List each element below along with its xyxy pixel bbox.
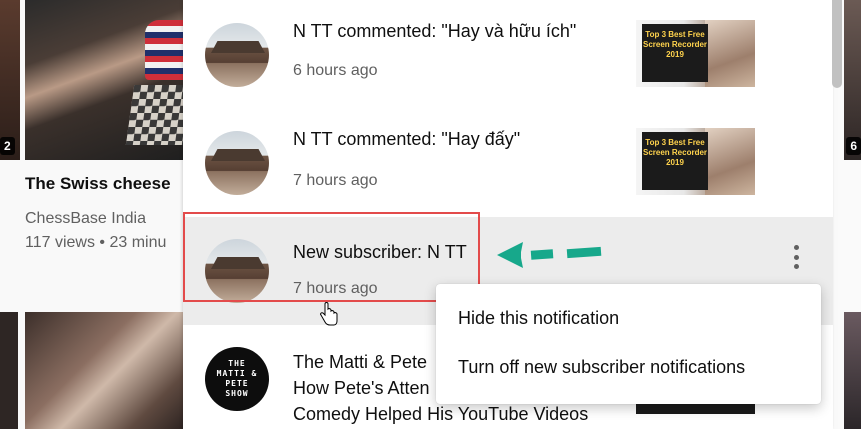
video-duration-badge: 2 (0, 137, 15, 155)
video-stats: 117 views • 23 minu (25, 234, 167, 251)
thumbnail-caption: Top 3 Best Free Screen Recorder 2019 (642, 132, 708, 190)
notification-item[interactable]: N TT commented: "Hay đấy" 7 hours ago To… (183, 108, 833, 216)
hand-cursor-icon (320, 302, 338, 326)
video-thumbnail-partial[interactable]: 6 (844, 0, 861, 160)
notification-thumbnail[interactable]: Top 3 Best Free Screen Recorder 2019 (636, 20, 755, 87)
video-thumbnail-partial[interactable] (844, 312, 861, 429)
notification-thumbnail[interactable]: Top 3 Best Free Screen Recorder 2019 (636, 128, 755, 195)
channel-name[interactable]: ChessBase India (25, 210, 146, 228)
avatar[interactable] (205, 131, 269, 195)
scrollbar-thumb[interactable] (832, 0, 842, 88)
video-thumbnail[interactable] (25, 0, 185, 160)
video-thumbnail-partial[interactable]: 2 (0, 0, 20, 160)
thumbnail-chessboard (125, 85, 185, 145)
avatar[interactable]: THE MATTI & PETE SHOW (205, 347, 269, 411)
avatar-logo: THE MATTI & PETE SHOW (216, 359, 258, 398)
menu-item-hide-notification[interactable]: Hide this notification (436, 294, 821, 342)
menu-item-turn-off-subscriber-notifications[interactable]: Turn off new subscriber notifications (436, 343, 821, 391)
video-duration-badge: 6 (846, 137, 861, 155)
thumbnail-caption: Top 3 Best Free Screen Recorder 2019 (642, 24, 708, 82)
notification-time: 7 hours ago (293, 172, 378, 189)
avatar[interactable] (205, 23, 269, 87)
notification-item[interactable]: N TT commented: "Hay và hữu ích" 6 hours… (183, 0, 833, 108)
more-options-icon[interactable] (786, 243, 806, 271)
video-thumbnail-partial[interactable] (0, 312, 18, 429)
video-thumbnail[interactable] (25, 312, 185, 429)
notification-text: N TT commented: "Hay đấy" (293, 129, 521, 149)
video-title[interactable]: The Swiss cheese (25, 174, 171, 194)
notification-text: N TT commented: "Hay và hữu ích" (293, 21, 577, 41)
notification-time: 6 hours ago (293, 62, 378, 79)
thumbnail-person (145, 20, 185, 80)
arrow-icon (497, 242, 602, 268)
notification-context-menu: Hide this notification Turn off new subs… (436, 284, 821, 404)
